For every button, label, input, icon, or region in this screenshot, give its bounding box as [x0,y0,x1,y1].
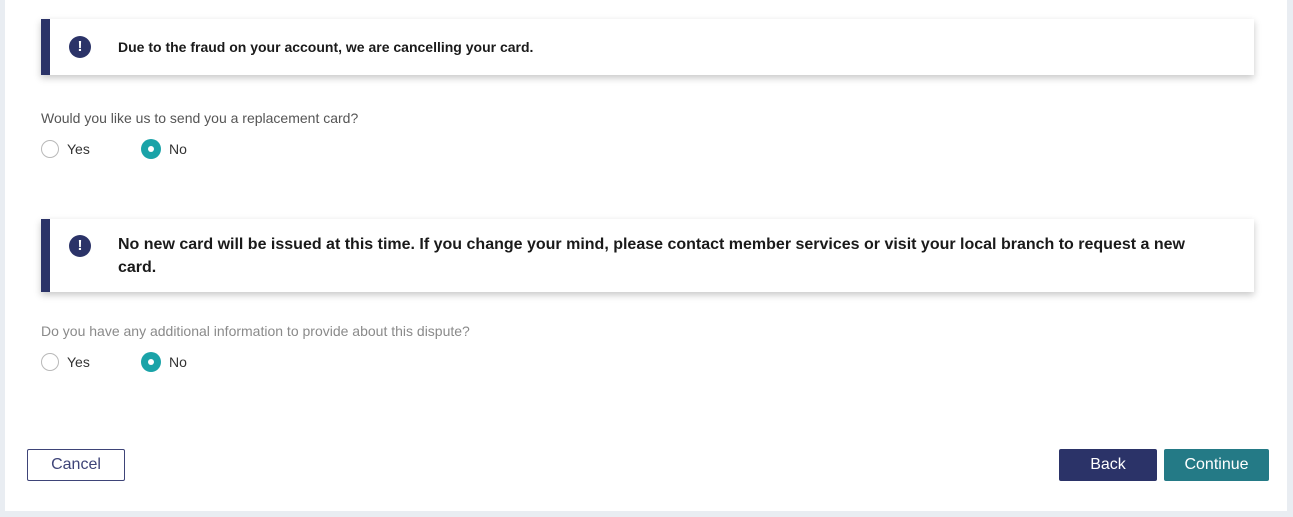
cancel-button[interactable]: Cancel [27,449,125,481]
radio-label-yes: Yes [67,354,90,370]
replacement-card-yes-option[interactable]: Yes [41,138,90,160]
additional-info-question: Do you have any additional information t… [41,323,470,339]
additional-info-no-option[interactable]: No [141,351,187,373]
radio-label-no: No [169,354,187,370]
replacement-card-no-option[interactable]: No [141,138,187,160]
no-new-card-alert-banner: ! No new card will be issued at this tim… [41,219,1254,292]
back-button[interactable]: Back [1059,449,1157,481]
radio-no[interactable] [141,139,161,159]
alert-message: No new card will be issued at this time.… [118,236,1185,276]
radio-no[interactable] [141,352,161,372]
additional-info-yes-option[interactable]: Yes [41,351,90,373]
alert-message: Due to the fraud on your account, we are… [118,39,534,55]
continue-button[interactable]: Continue [1164,449,1269,481]
radio-yes[interactable] [41,140,59,158]
radio-yes[interactable] [41,353,59,371]
radio-label-no: No [169,141,187,157]
exclamation-icon: ! [69,235,91,257]
replacement-card-question: Would you like us to send you a replacem… [41,110,359,126]
exclamation-icon: ! [69,36,91,58]
radio-label-yes: Yes [67,141,90,157]
fraud-alert-banner: ! Due to the fraud on your account, we a… [41,19,1254,75]
